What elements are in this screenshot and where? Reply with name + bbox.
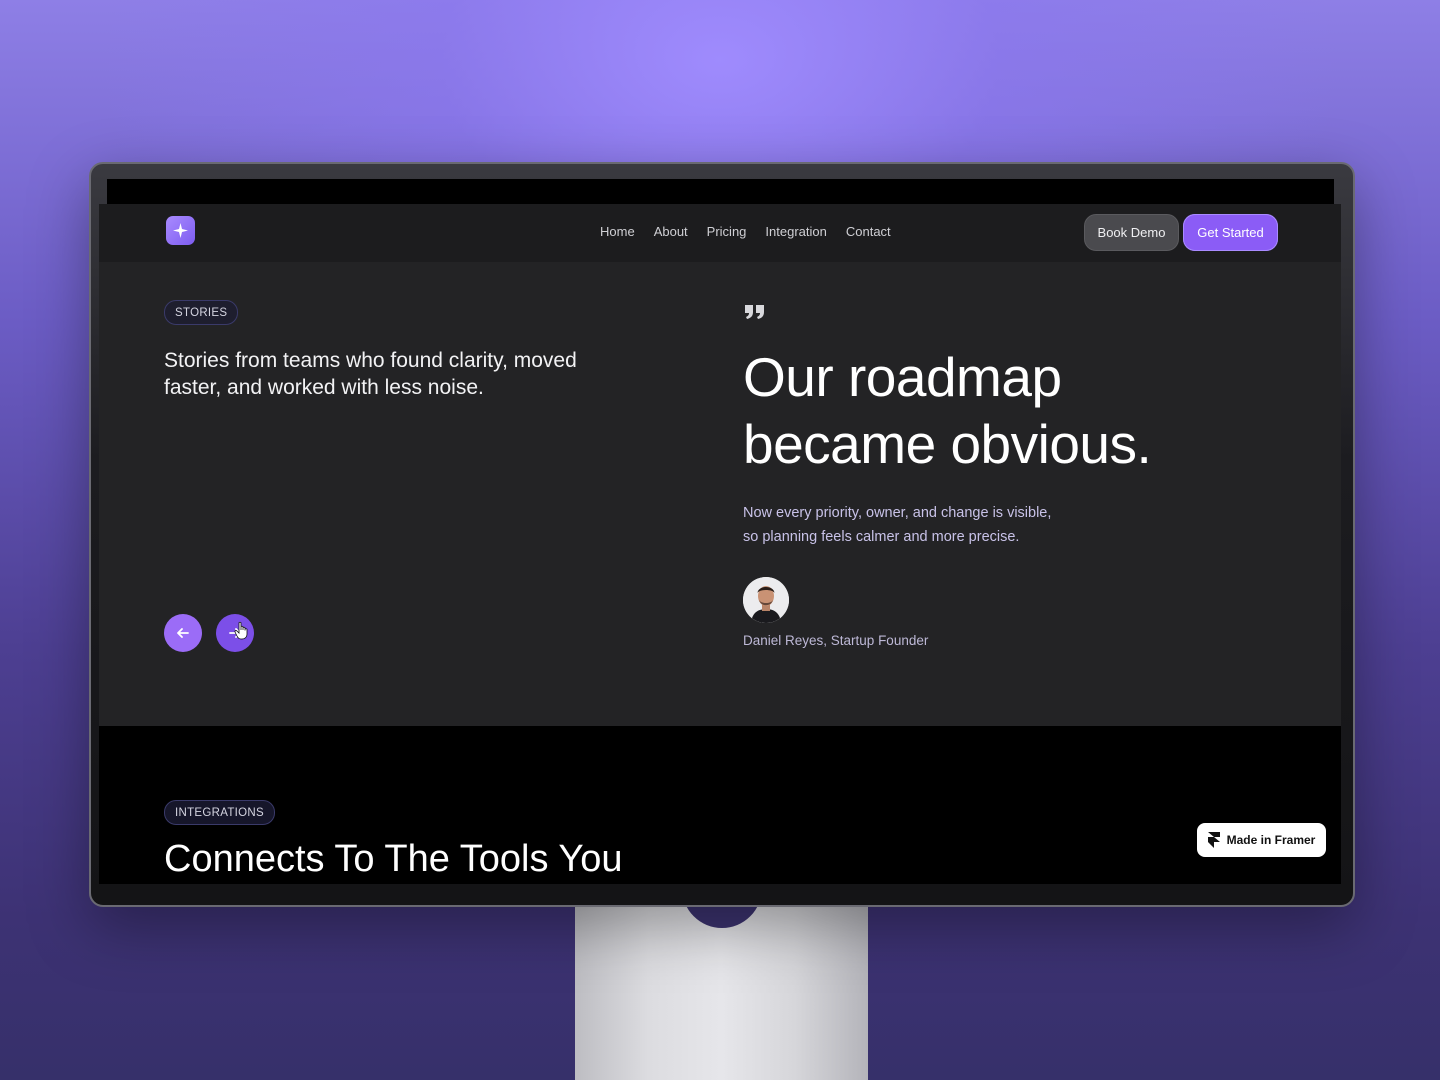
monitor-bezel	[107, 179, 1334, 204]
previous-button[interactable]	[164, 614, 202, 652]
nav-link-integration[interactable]: Integration	[765, 224, 826, 239]
subtext-line-2: so planning feels calmer and more precis…	[743, 529, 1020, 545]
top-navigation: Home About Pricing Integration Contact B…	[99, 204, 1341, 262]
nav-link-home[interactable]: Home	[600, 224, 635, 239]
testimonial-author: Daniel Reyes, Startup Founder	[743, 633, 929, 648]
headline-line-2: became obvious.	[743, 413, 1152, 475]
person-photo	[743, 577, 789, 623]
book-demo-button[interactable]: Book Demo	[1084, 214, 1179, 251]
testimonial-subtext: Now every priority, owner, and change is…	[743, 501, 1113, 549]
website-screen: Home About Pricing Integration Contact B…	[99, 204, 1341, 884]
nav-link-pricing[interactable]: Pricing	[707, 224, 747, 239]
testimonial-headline: Our roadmap became obvious.	[743, 344, 1263, 478]
avatar	[743, 577, 789, 623]
quote-icon	[745, 305, 764, 319]
nav-links: Home About Pricing Integration Contact	[600, 224, 910, 239]
subtext-line-1: Now every priority, owner, and change is…	[743, 505, 1052, 521]
hand-cursor-icon	[234, 621, 248, 640]
integrations-section: INTEGRATIONS Connects To The Tools You	[99, 726, 1341, 884]
sparkle-icon	[173, 223, 188, 238]
integrations-title: Connects To The Tools You	[164, 838, 623, 880]
framer-badge-label: Made in Framer	[1226, 833, 1316, 847]
nav-link-about[interactable]: About	[654, 224, 688, 239]
made-in-framer-badge[interactable]: Made in Framer	[1197, 823, 1326, 857]
nav-link-contact[interactable]: Contact	[846, 224, 891, 239]
headline-line-1: Our roadmap	[743, 346, 1062, 408]
arrow-left-icon	[177, 628, 189, 638]
logo[interactable]	[166, 216, 195, 245]
stories-intro: Stories from teams who found clarity, mo…	[164, 349, 577, 399]
get-started-button[interactable]: Get Started	[1183, 214, 1278, 251]
integrations-badge: INTEGRATIONS	[164, 800, 276, 825]
stories-badge: STORIES	[164, 300, 239, 325]
framer-logo-icon	[1207, 832, 1220, 848]
